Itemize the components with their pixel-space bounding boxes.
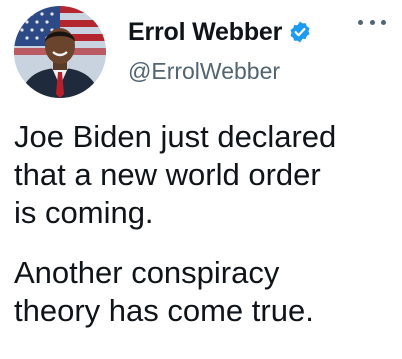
more-dot <box>381 19 386 25</box>
more-options-icon[interactable] <box>358 14 386 30</box>
tweet-text: Joe Biden just declared that a new world… <box>14 118 394 330</box>
tweet-paragraph-2: Another conspiracy theory has come true. <box>14 255 314 328</box>
profile-photo <box>14 6 106 98</box>
more-dot <box>358 19 363 25</box>
author-handle[interactable]: @ErrolWebber <box>128 58 312 85</box>
author-info: Errol Webber @ErrolWebber <box>128 16 312 85</box>
avatar[interactable] <box>14 6 106 98</box>
name-row: Errol Webber <box>128 16 312 48</box>
tweet-header: Errol Webber @ErrolWebber <box>14 6 394 100</box>
verified-badge-icon <box>288 20 312 44</box>
more-dot <box>369 19 375 25</box>
display-name[interactable]: Errol Webber <box>128 18 282 47</box>
tweet-card: Errol Webber @ErrolWebber Joe Biden just… <box>0 0 402 359</box>
tweet-paragraph-1: Joe Biden just declared that a new world… <box>14 119 337 230</box>
